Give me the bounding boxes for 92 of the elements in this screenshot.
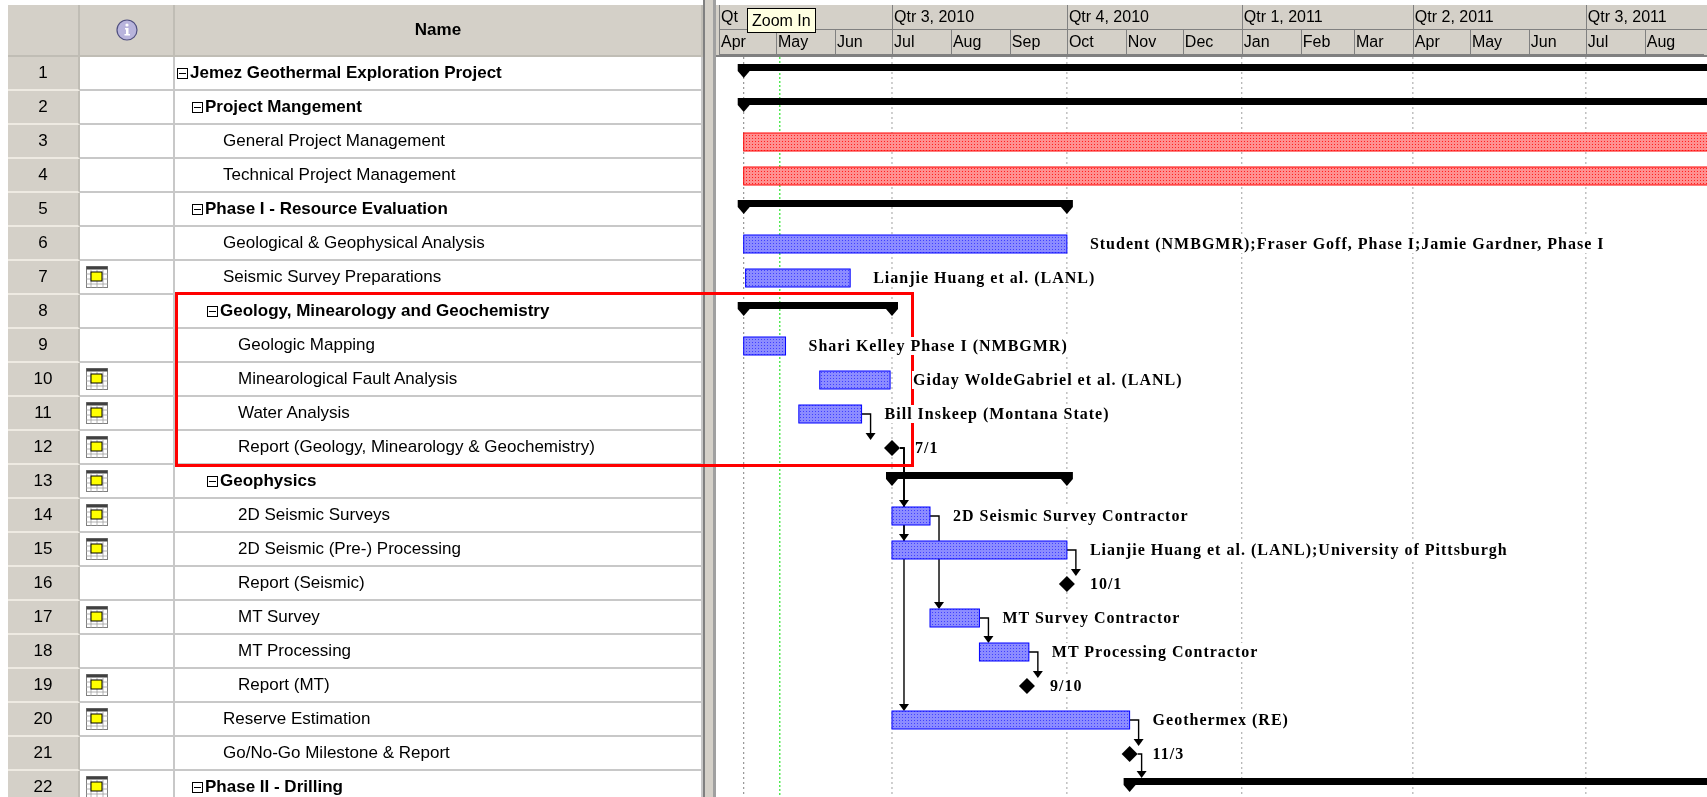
quarter-label: Qtr 3, 2011 bbox=[1585, 5, 1707, 30]
row-number[interactable]: 2 bbox=[8, 91, 80, 125]
task-name: MT Survey bbox=[238, 607, 320, 627]
quarter-label: Qtr 4, 2010 bbox=[1066, 5, 1242, 30]
row-number[interactable]: 8 bbox=[8, 295, 80, 329]
row-number[interactable]: 4 bbox=[8, 159, 80, 193]
month-label: May bbox=[1469, 30, 1529, 55]
collapse-icon[interactable] bbox=[192, 101, 203, 113]
milestone-date: 9/10 bbox=[1048, 677, 1084, 695]
resource-label: Giday WoldeGabriel et al. (LANL) bbox=[912, 371, 1184, 389]
resource-label: Bill Inskeep (Montana State) bbox=[883, 405, 1111, 423]
resource-label: Shari Kelley Phase I (NMBGMR) bbox=[807, 337, 1069, 355]
collapse-icon[interactable] bbox=[192, 203, 203, 215]
month-label: Mar bbox=[1353, 30, 1413, 55]
month-label: Aug bbox=[1644, 30, 1704, 55]
task-name: Jemez Geothermal Exploration Project bbox=[190, 63, 502, 83]
month-label: Sep bbox=[1009, 30, 1067, 55]
quarter-label: Qtr 1, 2011 bbox=[1241, 5, 1413, 30]
dependency-arrow bbox=[860, 413, 876, 440]
task-name: Geological & Geophysical Analysis bbox=[223, 233, 485, 253]
task-name: Report (MT) bbox=[238, 675, 330, 695]
corner-header bbox=[8, 5, 80, 57]
row-number[interactable]: 12 bbox=[8, 431, 80, 465]
row-number[interactable]: 11 bbox=[8, 397, 80, 431]
task-name: Go/No-Go Milestone & Report bbox=[223, 743, 450, 763]
row-number[interactable]: 22 bbox=[8, 771, 80, 797]
column-header[interactable]: Name bbox=[175, 5, 703, 57]
dependency-arrow bbox=[978, 617, 994, 643]
dependency-arrow bbox=[1066, 549, 1081, 576]
resource-label: 2D Seismic Survey Contractor bbox=[952, 507, 1190, 525]
info-icon bbox=[115, 19, 138, 41]
collapse-icon[interactable] bbox=[177, 67, 188, 79]
task-name: Reserve Estimation bbox=[223, 709, 371, 729]
row-number[interactable]: 18 bbox=[8, 635, 80, 669]
month-label: Jul bbox=[892, 30, 951, 55]
task-name: Geophysics bbox=[220, 471, 317, 491]
resource-label: Student (NMBGMR);Fraser Goff, Phase I;Jamie Gardner, Phase I bbox=[1088, 235, 1606, 253]
task-name: Minearological Fault Analysis bbox=[238, 369, 458, 389]
task-name: Water Analysis bbox=[238, 403, 350, 423]
dependency-arrow bbox=[1136, 753, 1147, 778]
month-label: Dec bbox=[1182, 30, 1242, 55]
task-name: Report (Seismic) bbox=[238, 573, 365, 593]
row-number[interactable]: 5 bbox=[8, 193, 80, 227]
month-label: Jul bbox=[1585, 30, 1645, 55]
row-number[interactable]: 10 bbox=[8, 363, 80, 397]
month-label: Apr bbox=[1412, 30, 1470, 55]
row-number[interactable]: 13 bbox=[8, 465, 80, 499]
row-number[interactable]: 3 bbox=[8, 125, 80, 159]
resource-label: Lianjie Huang et al. (LANL);University of Pittsburgh bbox=[1088, 541, 1509, 559]
row-number[interactable]: 1 bbox=[8, 57, 80, 91]
row-number[interactable]: 20 bbox=[8, 703, 80, 737]
month-label: Jan bbox=[1241, 30, 1301, 55]
row-number[interactable]: 14 bbox=[8, 499, 80, 533]
task-name: Geology, Minearology and Geochemistry bbox=[220, 301, 550, 321]
row-number[interactable]: 19 bbox=[8, 669, 80, 703]
collapse-icon[interactable] bbox=[207, 475, 218, 487]
task-name: Report (Geology, Minearology & Geochemistry) bbox=[238, 437, 595, 457]
dependency-arrow bbox=[1028, 651, 1043, 678]
task-name: Project Mangement bbox=[205, 97, 362, 117]
row-number[interactable]: 7 bbox=[8, 261, 80, 295]
row-number[interactable]: 17 bbox=[8, 601, 80, 635]
month-label: Aug bbox=[950, 30, 1010, 55]
quarter-label: Qtr 3, 2010 bbox=[892, 5, 1067, 30]
month-label: Oct bbox=[1066, 30, 1126, 55]
row-number[interactable]: 9 bbox=[8, 329, 80, 363]
tooltip: Zoom In bbox=[747, 8, 816, 33]
task-name: Technical Project Management bbox=[223, 165, 456, 185]
dependency-arrow bbox=[1128, 719, 1144, 746]
month-label: Nov bbox=[1125, 30, 1183, 55]
task-name: 2D Seismic (Pre-) Processing bbox=[238, 539, 461, 559]
task-name: Phase II - Drilling bbox=[205, 777, 343, 797]
collapse-icon[interactable] bbox=[207, 305, 218, 317]
month-label: Jun bbox=[834, 30, 892, 55]
month-label: Feb bbox=[1300, 30, 1354, 55]
quarter-label: Qtr 2, 2011 bbox=[1412, 5, 1586, 30]
task-name: Phase I - Resource Evaluation bbox=[205, 199, 448, 219]
row-number[interactable]: 6 bbox=[8, 227, 80, 261]
task-name: Geologic Mapping bbox=[238, 335, 376, 355]
task-name: 2D Seismic Surveys bbox=[238, 505, 391, 525]
row-number[interactable]: 21 bbox=[8, 737, 80, 771]
task-name: General Project Management bbox=[223, 131, 446, 151]
resource-label: MT Processing Contractor bbox=[1050, 643, 1260, 661]
pane-splitter[interactable] bbox=[703, 0, 716, 797]
resource-label: MT Survey Contractor bbox=[1001, 609, 1182, 627]
row-number[interactable]: 15 bbox=[8, 533, 80, 567]
resource-label: Geothermex (RE) bbox=[1151, 711, 1290, 729]
collapse-icon[interactable] bbox=[192, 781, 203, 793]
resource-label: Lianjie Huang et al. (LANL) bbox=[872, 269, 1097, 287]
row-number[interactable]: 16 bbox=[8, 567, 80, 601]
task-name: Seismic Survey Preparations bbox=[223, 267, 442, 287]
task-name: MT Processing bbox=[238, 641, 352, 661]
month-label: Jun bbox=[1528, 30, 1586, 55]
